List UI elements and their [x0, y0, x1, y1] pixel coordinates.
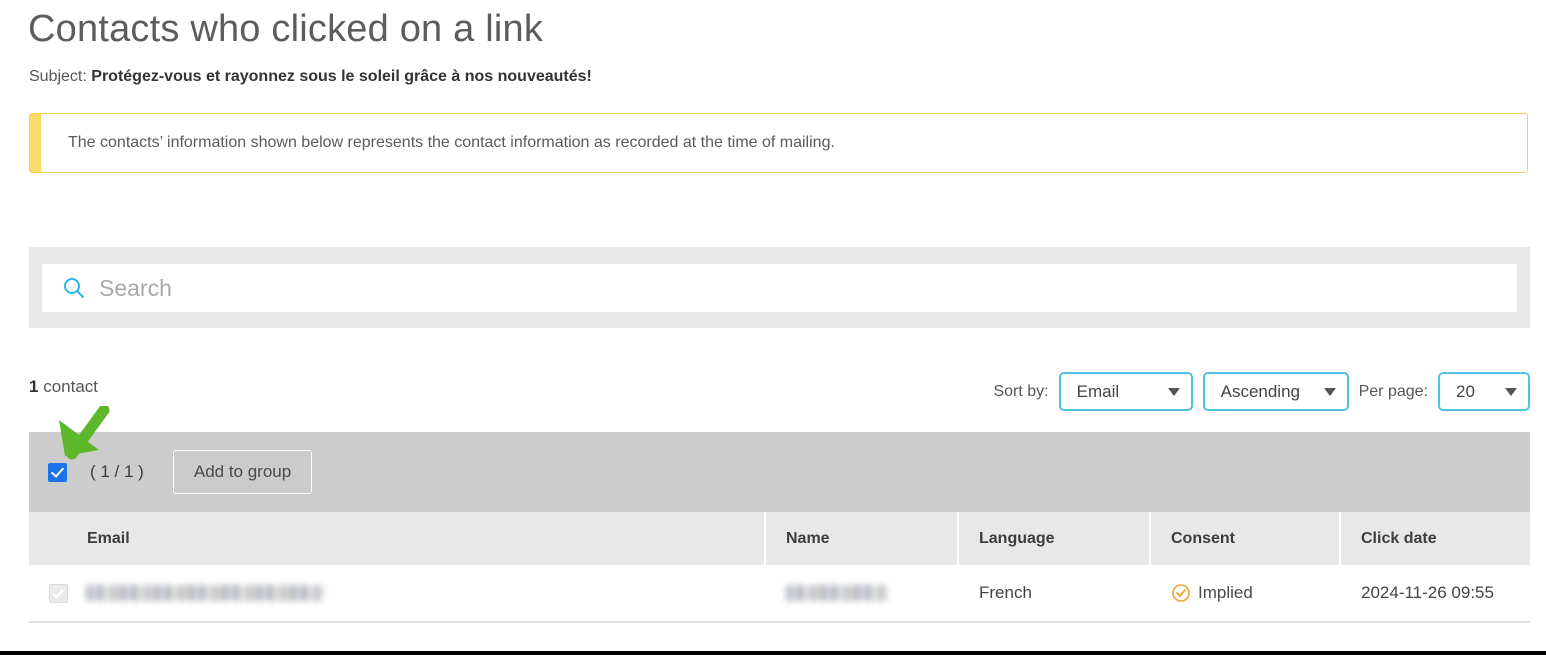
sort-field-select[interactable]: Email	[1058, 372, 1193, 411]
search-section	[29, 247, 1530, 328]
sort-field-value: Email	[1076, 381, 1120, 401]
consent-value: Implied	[1198, 583, 1253, 602]
contacts-table: ( 1 / 1 ) Add to group Email Name Langua…	[29, 432, 1530, 622]
per-page-value: 20	[1456, 381, 1475, 401]
page-title: Contacts who clicked on a link	[28, 8, 544, 50]
bottom-bar	[0, 651, 1546, 655]
sort-order-value: Ascending	[1220, 381, 1300, 401]
cell-consent: Implied	[1151, 565, 1341, 621]
contact-count-label: contact	[43, 377, 99, 396]
column-header-click-date[interactable]: Click date	[1341, 512, 1530, 565]
search-icon	[62, 276, 86, 300]
contact-count-number: 1	[29, 377, 39, 396]
column-header-email[interactable]: Email	[29, 512, 766, 565]
contacts-clicked-page: Contacts who clicked on a link Subject: …	[0, 0, 1546, 655]
table-row[interactable]: French Implied 2024-11-26 09:55	[29, 565, 1530, 622]
row-checkbox[interactable]	[49, 583, 68, 603]
info-banner: The contacts’ information shown below re…	[29, 113, 1528, 173]
per-page-select[interactable]: 20	[1438, 372, 1530, 411]
selection-count: ( 1 / 1 )	[90, 462, 144, 481]
cell-name	[766, 565, 959, 621]
subject-label: Subject:	[29, 68, 87, 85]
search-box[interactable]	[42, 264, 1517, 312]
chevron-down-icon	[1167, 387, 1180, 396]
column-header-consent[interactable]: Consent	[1151, 512, 1341, 565]
select-all-checkbox[interactable]	[48, 462, 67, 482]
add-to-group-button[interactable]: Add to group	[172, 450, 313, 494]
email-value-redacted	[86, 585, 323, 601]
search-input[interactable]	[99, 271, 1479, 305]
contact-count: 1 contact	[29, 377, 98, 397]
column-header-name[interactable]: Name	[766, 512, 959, 565]
table-header-row: Email Name Language Consent Click date	[29, 512, 1530, 565]
cell-language: French	[979, 583, 1032, 602]
banner-accent-bar	[30, 114, 41, 172]
check-circle-icon	[1171, 583, 1191, 603]
subject-line: Subject: Protégez-vous et rayonnez sous …	[29, 68, 592, 86]
chevron-down-icon	[1505, 387, 1517, 396]
cell-click-date: 2024-11-26 09:55	[1361, 583, 1494, 602]
name-value-redacted	[786, 585, 887, 601]
list-controls: Sort by: Email Ascending Per page: 20	[993, 372, 1530, 411]
banner-text: The contacts’ information shown below re…	[68, 134, 835, 151]
chevron-down-icon	[1323, 387, 1336, 396]
sort-order-select[interactable]: Ascending	[1202, 372, 1349, 411]
column-header-language[interactable]: Language	[959, 512, 1151, 565]
per-page-label: Per page:	[1358, 382, 1428, 400]
cell-email	[29, 565, 766, 621]
sort-by-label: Sort by:	[993, 382, 1049, 400]
bottom-divider	[29, 622, 1530, 623]
table-toolbar: ( 1 / 1 ) Add to group	[29, 432, 1530, 512]
subject-value: Protégez-vous et rayonnez sous le soleil…	[91, 68, 592, 85]
